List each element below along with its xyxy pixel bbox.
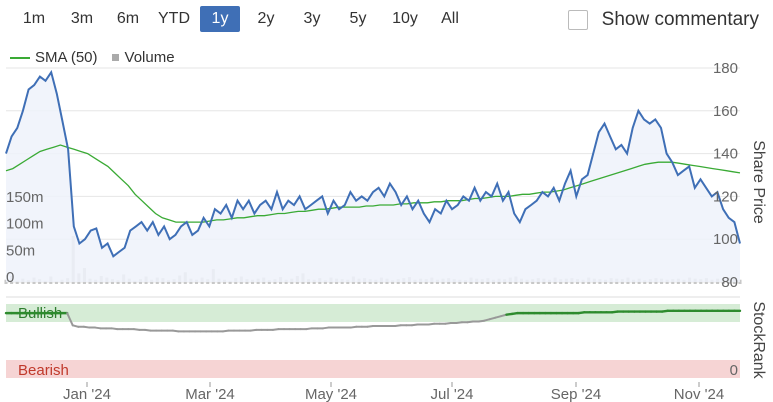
share-price-axis-title: Share Price — [750, 140, 767, 224]
price-y-tick-180: 180 — [713, 60, 738, 77]
price-y-tick-100: 100 — [713, 231, 738, 248]
price-y-tick-140: 140 — [713, 146, 738, 163]
stockrank-y-tick-0: 0 — [730, 362, 738, 379]
x-axis-ticks: Jan '24 Mar '24 May '24 Jul '24 Sep '24 Nov '… — [63, 382, 724, 402]
x-tick-label-1: Mar '24 — [185, 386, 235, 402]
price-y-tick-160: 160 — [713, 103, 738, 120]
bullish-band — [6, 304, 740, 322]
price-y-tick-120: 120 — [713, 188, 738, 205]
volume-y-tick-0: 0 — [6, 269, 14, 286]
volume-y-tick-3: 150m — [6, 189, 44, 206]
x-tick-label-4: Sep '24 — [551, 386, 601, 402]
price-y-tick-80: 80 — [721, 274, 738, 291]
x-tick-label-2: May '24 — [305, 386, 357, 402]
price-chart: 80 100 120 140 160 180 0 50m 100m 150m Share Pri… — [4, 60, 767, 402]
x-tick-label-0: Jan '24 — [63, 386, 111, 402]
x-tick-label-3: Jul '24 — [431, 386, 474, 402]
x-tick-label-5: Nov '24 — [674, 386, 724, 402]
bearish-label: Bearish — [18, 362, 69, 379]
stockrank-axis-title: StockRank — [750, 301, 767, 379]
volume-y-tick-1: 50m — [6, 242, 35, 259]
price-area — [6, 72, 740, 282]
bearish-band — [6, 360, 740, 378]
volume-y-tick-2: 100m — [6, 216, 44, 233]
